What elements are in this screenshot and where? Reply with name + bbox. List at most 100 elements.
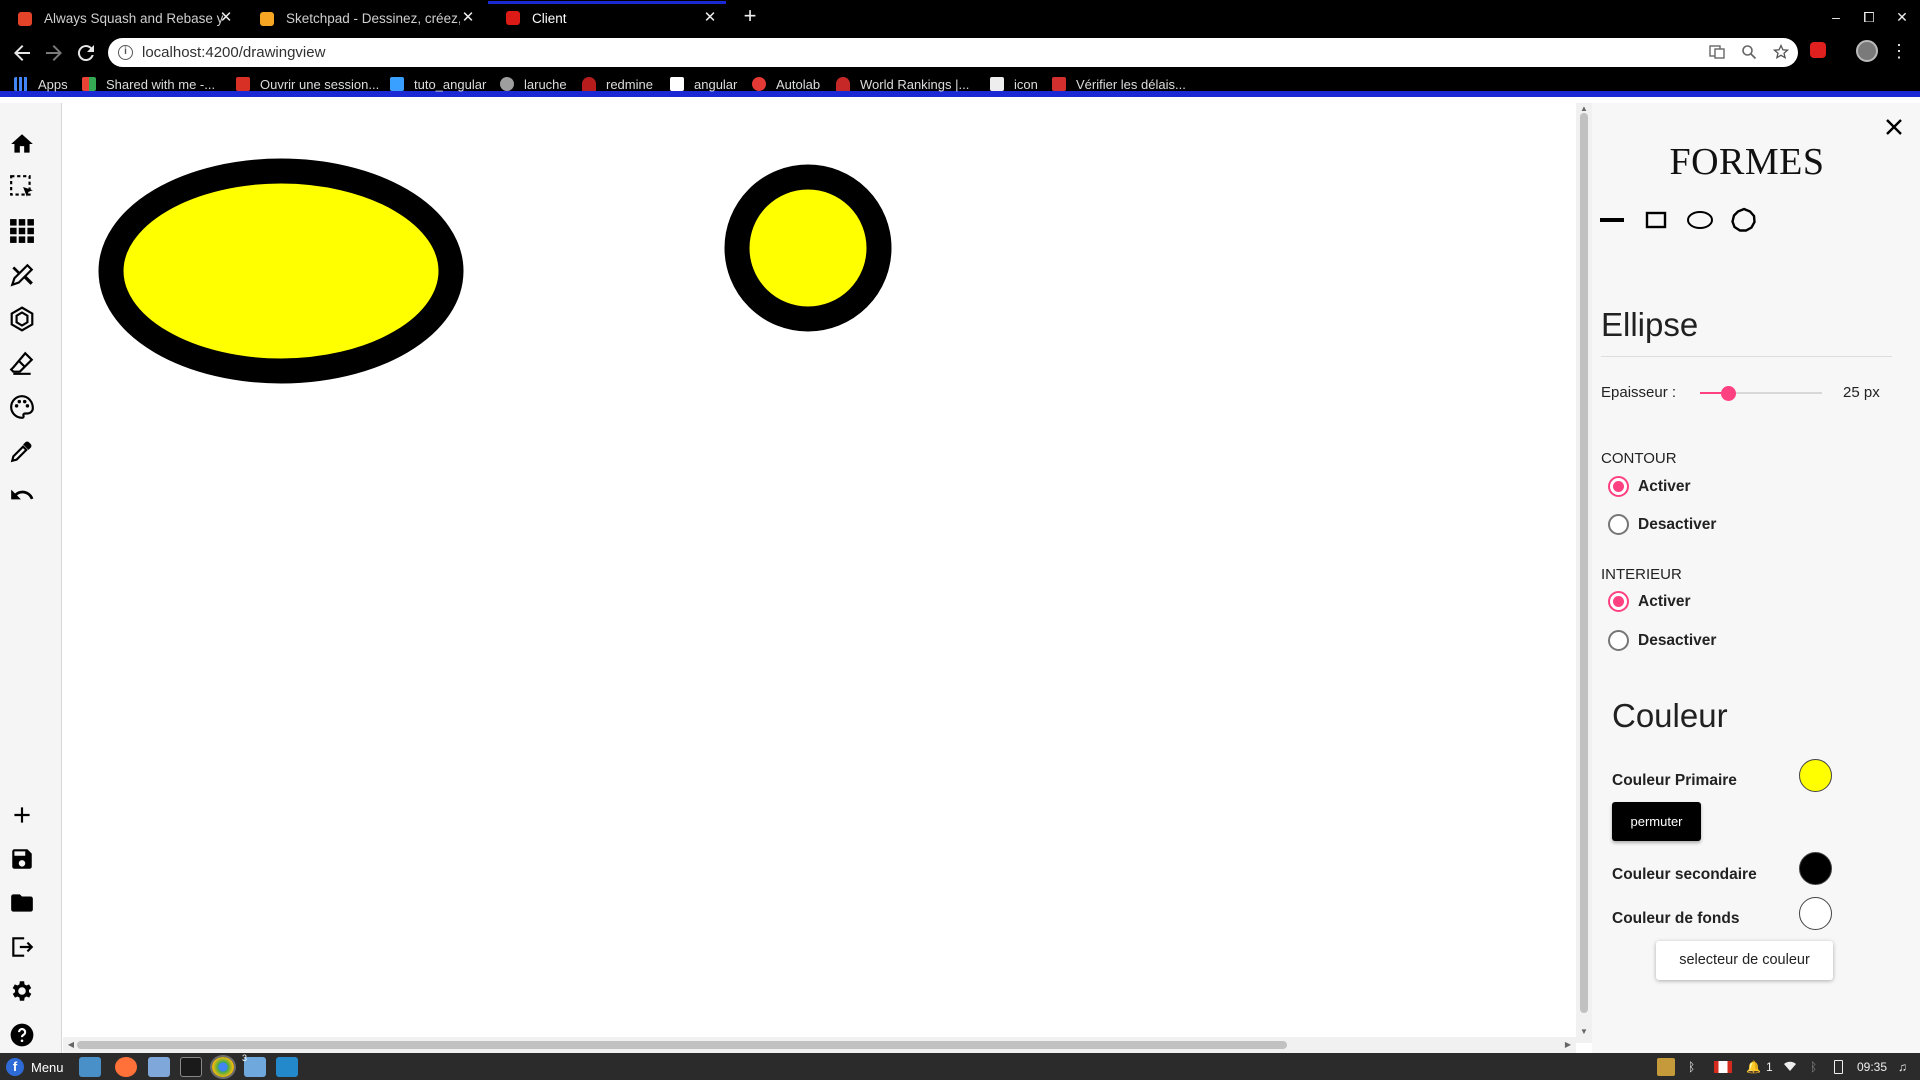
drawing-canvas[interactable] xyxy=(63,103,1576,1043)
profile-avatar[interactable] xyxy=(1856,40,1878,62)
browser-tab-client[interactable]: Client ✕ xyxy=(488,1,726,33)
grid-icon[interactable] xyxy=(9,218,35,244)
gear-icon[interactable] xyxy=(9,978,35,1004)
background-color-swatch[interactable] xyxy=(1799,897,1832,930)
window-maximize-button[interactable]: ⧠ xyxy=(1857,6,1881,28)
scrollbar-thumb[interactable] xyxy=(77,1041,1287,1049)
circle-shape[interactable] xyxy=(724,164,892,332)
tab-close-icon[interactable]: ✕ xyxy=(216,8,236,28)
polygon-icon[interactable] xyxy=(9,306,35,332)
eraser-icon[interactable] xyxy=(9,350,35,376)
polygon-icon[interactable] xyxy=(1729,207,1759,233)
scroll-down-arrow-icon[interactable]: ▼ xyxy=(1579,1027,1589,1037)
palette-icon[interactable] xyxy=(9,394,35,420)
pipette-icon[interactable] xyxy=(9,438,35,464)
vscode-icon[interactable] xyxy=(276,1057,298,1077)
back-icon[interactable] xyxy=(10,41,34,65)
translate-icon[interactable] xyxy=(1708,44,1726,62)
contour-deactivate-radio[interactable] xyxy=(1608,514,1629,535)
secondary-color-label: Couleur secondaire xyxy=(1612,866,1757,883)
folder-icon[interactable] xyxy=(9,890,35,916)
bookmark-world-rankings[interactable]: World Rankings |... xyxy=(836,76,969,92)
secondary-color-swatch[interactable] xyxy=(1799,852,1832,885)
canada-flag-icon[interactable] xyxy=(1714,1061,1732,1073)
interior-activate-radio[interactable] xyxy=(1608,591,1629,612)
browser-tab-strip: Always Squash and Rebase you ✕ Sketchpad… xyxy=(0,0,1920,33)
thickness-slider-thumb[interactable] xyxy=(1721,386,1736,401)
browser-menu-icon[interactable]: ⋮ xyxy=(1890,40,1908,64)
terminal-icon[interactable] xyxy=(180,1057,202,1077)
browser-tab-sketchpad[interactable]: Sketchpad - Dessinez, créez, pa ✕ xyxy=(242,4,484,33)
bookmark-star-icon[interactable] xyxy=(1772,43,1790,62)
save-icon[interactable] xyxy=(9,846,35,872)
bookmark-angular[interactable]: angular xyxy=(670,76,737,92)
forward-icon[interactable] xyxy=(42,41,66,65)
wifi-icon[interactable] xyxy=(1782,1058,1798,1076)
package-updates-icon[interactable] xyxy=(1657,1058,1675,1076)
interior-activate-label[interactable]: Activer xyxy=(1638,593,1691,611)
help-icon[interactable] xyxy=(9,1022,35,1048)
browser-tab-gitlab[interactable]: Always Squash and Rebase you ✕ xyxy=(0,4,242,33)
bookmark-session[interactable]: Ouvrir une session... xyxy=(236,76,379,92)
window-minimize-button[interactable]: – xyxy=(1824,6,1848,28)
chrome-icon[interactable] xyxy=(210,1055,236,1079)
bluetooth-icon[interactable]: ᛒ xyxy=(1688,1058,1695,1076)
canvas-vertical-scrollbar[interactable]: ▲ ▼ xyxy=(1576,103,1592,1043)
new-tab-button[interactable]: + xyxy=(738,5,762,29)
folder-icon[interactable]: 3 xyxy=(242,1053,266,1077)
sound-icon[interactable]: ♫ xyxy=(1898,1058,1907,1076)
home-icon[interactable] xyxy=(9,131,35,157)
selection-icon[interactable] xyxy=(9,174,35,200)
rectangle-icon[interactable] xyxy=(1641,207,1671,233)
url-text: localhost:4200/drawingview xyxy=(142,44,326,61)
contour-activate-radio[interactable] xyxy=(1608,476,1629,497)
bookmark-laruche[interactable]: laruche xyxy=(500,76,567,92)
export-icon[interactable] xyxy=(9,934,35,960)
bookmark-delais[interactable]: Vérifier les délais... xyxy=(1052,76,1186,92)
files-icon[interactable] xyxy=(79,1057,101,1077)
interior-deactivate-label[interactable]: Desactiver xyxy=(1638,632,1716,650)
bookmark-icon[interactable]: icon xyxy=(990,76,1038,92)
bookmark-shared[interactable]: Shared with me -... xyxy=(82,76,215,92)
mail-icon[interactable] xyxy=(148,1057,170,1077)
plus-icon[interactable] xyxy=(9,802,35,828)
bookmark-apps[interactable]: Apps xyxy=(14,76,68,92)
pencil-brush-icon[interactable] xyxy=(9,262,35,288)
interior-deactivate-radio[interactable] xyxy=(1608,630,1629,651)
line-icon[interactable] xyxy=(1597,207,1627,233)
bookmark-redmine[interactable]: redmine xyxy=(582,76,653,92)
site-info-icon[interactable]: i xyxy=(118,45,133,60)
zoom-icon[interactable] xyxy=(1740,44,1758,62)
color-picker-button[interactable]: selecteur de couleur xyxy=(1656,941,1833,980)
address-bar[interactable]: i localhost:4200/drawingview xyxy=(108,38,1798,67)
firefox-icon[interactable] xyxy=(115,1057,137,1077)
bookmarks-bar: Apps Shared with me -... Ouvrir une sess… xyxy=(0,71,1920,97)
tab-title: Sketchpad - Dessinez, créez, pa xyxy=(286,11,460,26)
tab-close-icon[interactable]: ✕ xyxy=(700,8,720,28)
scrollbar-thumb[interactable] xyxy=(1580,113,1588,1013)
scroll-left-arrow-icon[interactable]: ◀ xyxy=(66,1040,76,1050)
start-menu-button[interactable]: f Menu xyxy=(6,1057,64,1077)
bookmark-autolab[interactable]: Autolab xyxy=(752,76,820,92)
contour-activate-label[interactable]: Activer xyxy=(1638,478,1691,496)
close-icon[interactable] xyxy=(1882,115,1906,139)
tool-sidebar xyxy=(0,103,62,1053)
swap-colors-button[interactable]: permuter xyxy=(1612,802,1701,841)
scroll-right-arrow-icon[interactable]: ▶ xyxy=(1563,1040,1573,1050)
extension-icon[interactable] xyxy=(1810,42,1826,58)
bluetooth-status-icon[interactable]: ᛒ xyxy=(1810,1058,1817,1076)
ellipse-icon[interactable] xyxy=(1685,207,1715,233)
bookmark-tuto-angular[interactable]: tuto_angular xyxy=(390,76,486,92)
ellipse-shape[interactable] xyxy=(98,158,464,384)
undo-icon[interactable] xyxy=(9,482,35,508)
browser-toolbar: i localhost:4200/drawingview ⋮ xyxy=(0,33,1920,71)
canvas-horizontal-scrollbar[interactable]: ◀ ▶ xyxy=(63,1037,1576,1053)
contour-deactivate-label[interactable]: Desactiver xyxy=(1638,516,1716,534)
window-close-button[interactable]: ✕ xyxy=(1890,6,1914,28)
reload-icon[interactable] xyxy=(74,41,98,65)
icon-site-icon xyxy=(990,77,1004,91)
notifications-icon[interactable]: 🔔 xyxy=(1746,1058,1761,1076)
primary-color-swatch[interactable] xyxy=(1799,759,1832,792)
tab-close-icon[interactable]: ✕ xyxy=(458,8,478,28)
battery-icon[interactable] xyxy=(1834,1060,1843,1074)
